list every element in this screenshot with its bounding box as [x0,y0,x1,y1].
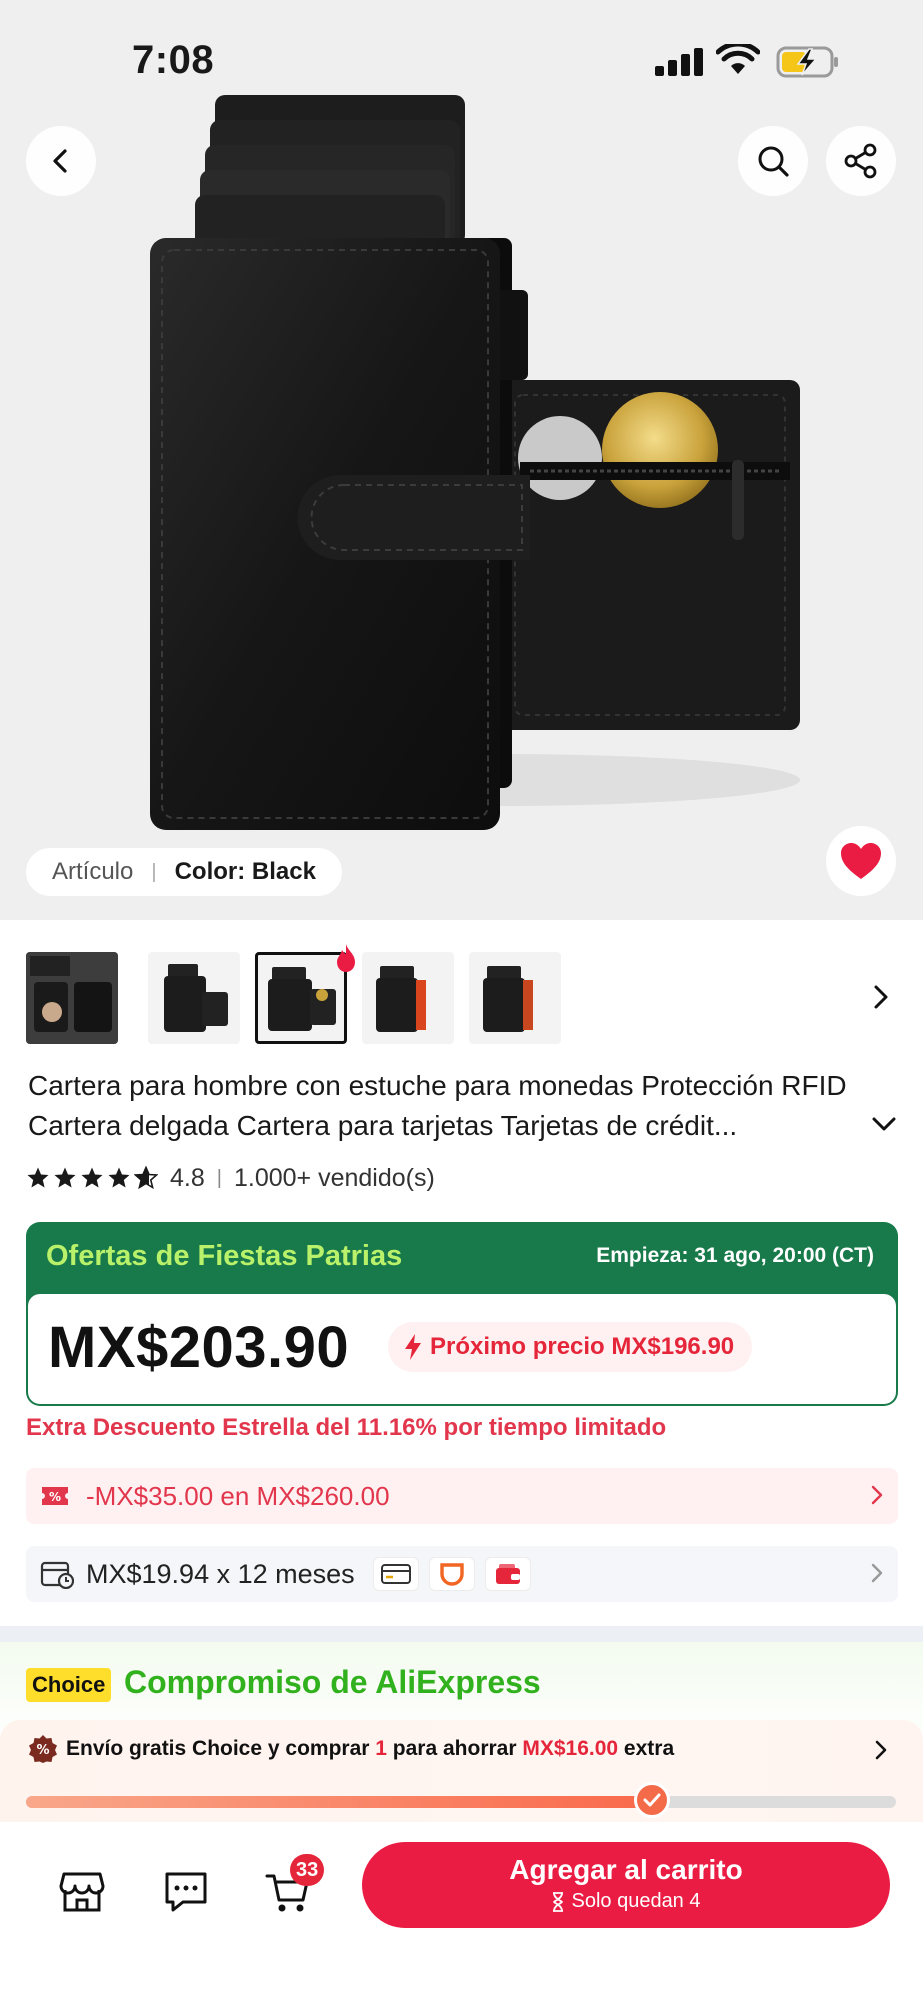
message-button[interactable] [156,1862,216,1922]
cart-count-badge: 33 [290,1854,325,1886]
star-icon [108,1167,130,1188]
star-icon [27,1167,49,1188]
extra-discount-text: Extra Descuento Estrella del 11.16% por … [26,1414,667,1441]
free-shipping-bar[interactable]: % Envío gratis Choice y comprar 1 para a… [0,1720,923,1824]
star-rating [26,1166,158,1190]
hourglass-icon [553,1891,564,1912]
wishlist-button[interactable] [826,826,896,896]
hot-flame-icon [337,944,355,972]
next-price-text: Próximo precio MX$196.90 [430,1333,735,1360]
chevron-right-icon [871,1563,883,1583]
store-icon [59,1872,105,1912]
thumbnail-image [26,952,118,1044]
deal-price-box: MX$203.90 Próximo precio MX$196.90 [28,1294,896,1404]
chevron-right-icon [875,1740,887,1760]
svg-text:%: % [36,1743,49,1758]
heart-icon [841,843,881,879]
rating-divider: | [216,1166,222,1189]
savings-progress-bar [26,1782,896,1818]
deal-start-time: Empieza: 31 ago, 20:00 (CT) [596,1244,874,1267]
discount-badge-icon: % [29,1735,57,1763]
chevron-down-icon[interactable] [870,1112,898,1136]
ship-text-mid: para ahorrar [386,1737,523,1760]
bottom-action-bar: 33 Agregar al carrito Solo quedan 4 [0,1822,923,2000]
add-to-cart-button[interactable]: Agregar al carrito Solo quedan 4 [362,1842,890,1928]
share-button[interactable] [826,126,896,196]
variant-value: Color: Black [174,858,316,885]
lightning-icon [405,1334,421,1360]
thumbnail-4[interactable] [362,952,454,1044]
section-divider [0,1626,923,1642]
wallet-payment-icon [484,1557,531,1591]
search-icon [758,146,789,177]
wifi-icon [716,44,760,74]
ship-text-pre: Envío gratis Choice y comprar [66,1737,376,1760]
cellular-signal-icon [655,48,705,76]
thumbnail-2[interactable] [148,952,240,1044]
sold-count: 1.000+ vendido(s) [233,1163,435,1192]
current-price: MX$203.90 [48,1315,350,1380]
variant-key: Artículo [52,858,134,885]
thumbnail-image [164,964,228,1032]
rating-row[interactable]: 4.8 | 1.000+ vendido(s) [26,1160,435,1196]
add-to-cart-label: Agregar al carrito [509,1854,743,1885]
product-title[interactable]: Cartera para hombre con estuche para mon… [28,1066,868,1146]
stock-note: Solo quedan 4 [362,1890,890,1913]
chevron-right-icon [871,1485,883,1505]
choice-title: Compromiso de AliExpress [124,1664,541,1700]
progress-check-icon [634,1782,671,1818]
product-image [150,95,800,830]
product-gallery[interactable]: 7:08 Artículo | Color: Black [0,0,923,920]
chevron-right-icon[interactable] [868,982,894,1012]
card-payment-icon [372,1557,419,1591]
thumbnail-1[interactable] [26,952,118,1044]
variant-divider: | [151,860,157,883]
flash-deal-card[interactable]: Ofertas de Fiestas Patrias Empieza: 31 a… [26,1222,898,1406]
ship-amount: MX$16.00 [522,1737,619,1760]
star-icon [54,1167,76,1188]
variant-selector[interactable]: Artículo | Color: Black [26,848,342,896]
savings-progress-fill [26,1796,653,1808]
status-time: 7:08 [132,38,215,82]
star-half-icon [134,1166,158,1190]
ship-qty: 1 [375,1737,387,1760]
thumbnail-image [376,966,426,1032]
store-button[interactable] [52,1862,112,1922]
free-shipping-text: % Envío gratis Choice y comprar 1 para a… [28,1734,674,1764]
thumbnail-image [268,967,336,1031]
share-icon [844,143,877,179]
deal-name: Ofertas de Fiestas Patrias [46,1240,403,1272]
thumbnail-5[interactable] [469,952,561,1044]
search-button[interactable] [738,126,808,196]
bank-payment-icon [428,1557,475,1591]
coupon-row[interactable]: % -MX$35.00 en MX$260.00 [26,1468,898,1524]
choice-badge: Choice [26,1668,112,1702]
coupon-text: -MX$35.00 en MX$260.00 [86,1480,390,1511]
battery-charging-icon [776,46,838,78]
installment-calendar-icon [40,1561,74,1589]
next-price-badge: Próximo precio MX$196.90 [388,1322,753,1372]
thumbnail-image [483,966,533,1032]
installments-row[interactable]: MX$19.94 x 12 meses [26,1546,898,1602]
back-button[interactable] [26,126,96,196]
coupon-icon: % [42,1487,68,1505]
chat-icon [165,1872,207,1912]
installments-text: MX$19.94 x 12 meses [86,1558,355,1589]
chevron-left-icon [53,149,67,173]
choice-section[interactable]: Choice Compromiso de AliExpress % Envío … [0,1642,923,1824]
thumbnail-strip[interactable] [0,944,923,1048]
stock-note-text: Solo quedan 4 [571,1890,701,1912]
svg-text:%: % [49,1490,61,1504]
ship-text-post: extra [618,1737,675,1760]
rating-value: 4.8 [170,1163,205,1192]
star-icon [81,1167,103,1188]
